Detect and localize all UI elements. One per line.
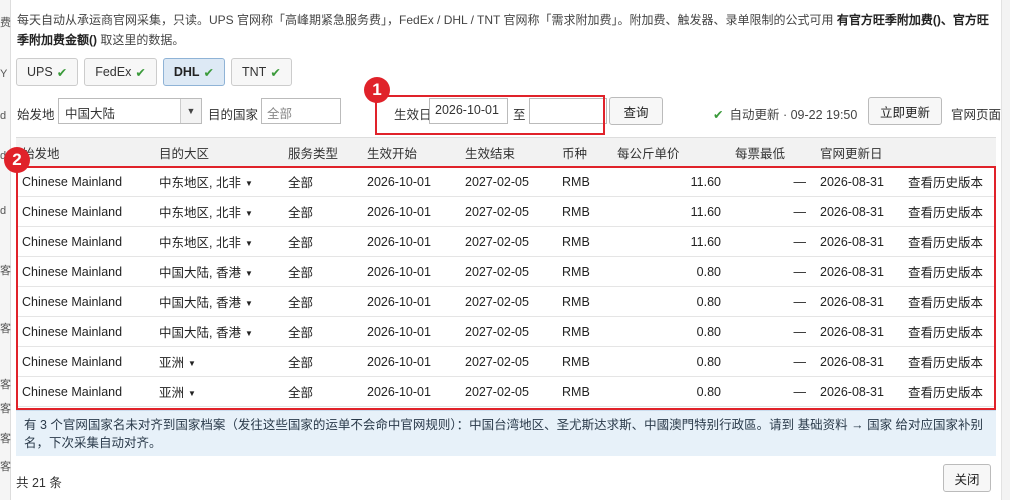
column-header: 目的大区 bbox=[153, 137, 282, 167]
check-icon: ✔ bbox=[56, 65, 68, 80]
info-tail: 取这里的数据。 bbox=[97, 33, 185, 47]
unmatched-countries-note: 有 3 个官网国家名未对齐到国家档案（发往这些国家的运单不会命中官网规则）：中国… bbox=[16, 410, 996, 456]
background-text-fragment: d bbox=[0, 110, 7, 122]
destination-label: 目的国家 bbox=[208, 108, 259, 122]
info-text: 每天自动从承运商官网采集，只读。UPS 官网称「高峰期紧急服务费」，FedEx … bbox=[17, 10, 997, 50]
column-header: 每公斤单价 bbox=[611, 137, 729, 167]
annotation-badge-1: 1 bbox=[364, 77, 390, 103]
background-text-fragment: Y bbox=[0, 68, 8, 80]
tab-ups[interactable]: UPS ✔ bbox=[16, 58, 79, 86]
query-button[interactable]: 查询 bbox=[609, 97, 663, 125]
background-text-fragment: 费 bbox=[0, 17, 11, 29]
background-text-fragment: 客 bbox=[0, 323, 11, 335]
background-text-fragment: d bbox=[0, 205, 7, 217]
column-header: 服务类型 bbox=[282, 137, 361, 167]
tab-tnt[interactable]: TNT ✔ bbox=[231, 58, 292, 86]
column-header: 币种 bbox=[556, 137, 611, 167]
background-window-strip: 费Yddd客客客客客客 bbox=[0, 0, 11, 500]
column-header: 生效开始 bbox=[361, 137, 459, 167]
background-text-fragment: 客 bbox=[0, 461, 11, 473]
official-page-link[interactable]: 官网页面 bbox=[951, 104, 1001, 123]
background-text-fragment: 客 bbox=[0, 265, 11, 277]
info-line: 每天自动从承运商官网采集，只读。UPS 官网称「高峰期紧急服务费」，FedEx … bbox=[17, 13, 837, 27]
check-icon: ✔ bbox=[135, 65, 146, 80]
scrollbar-track[interactable] bbox=[1001, 0, 1010, 500]
info-bold-2: 季附加费金额() bbox=[17, 33, 97, 47]
carrier-tabs: UPS ✔ FedEx ✔ DHL ✔ TNT ✔ bbox=[16, 58, 292, 86]
destination-input[interactable]: 全部 bbox=[261, 98, 341, 124]
update-now-button[interactable]: 立即更新 bbox=[868, 97, 942, 125]
column-header: 官网更新日 bbox=[814, 137, 902, 167]
total-count: 共 21 条 bbox=[16, 476, 62, 490]
column-header: 始发地 bbox=[16, 137, 153, 167]
check-icon: ✔ bbox=[270, 65, 281, 80]
tab-label: DHL bbox=[173, 65, 200, 79]
tab-dhl[interactable]: DHL ✔ bbox=[162, 58, 225, 86]
column-header: 每票最低 bbox=[729, 137, 814, 167]
origin-select[interactable]: 中国大陆 ▼ bbox=[58, 98, 202, 124]
table-header-row: 始发地 目的大区 服务类型 生效开始 生效结束 币种 每公斤单价 每票最低 官网更新日 bbox=[16, 137, 996, 167]
background-text-fragment: 客 bbox=[0, 433, 11, 445]
column-header: 生效结束 bbox=[459, 137, 556, 167]
tab-label: TNT bbox=[242, 65, 267, 79]
column-header bbox=[902, 137, 996, 167]
origin-label: 始发地 bbox=[17, 108, 55, 122]
chevron-down-icon: ▼ bbox=[180, 99, 201, 123]
origin-select-value: 中国大陆 bbox=[65, 107, 116, 121]
auto-update-text: 自动更新 · 09-22 19:50 bbox=[729, 108, 858, 122]
background-text-fragment: 客 bbox=[0, 379, 11, 391]
auto-update-status: ✔ 自动更新 · 09-22 19:50 bbox=[713, 104, 857, 123]
tab-label: UPS bbox=[27, 65, 53, 79]
info-bold-1: 有官方旺季附加费()、官方旺 bbox=[836, 13, 989, 27]
tab-fedex[interactable]: FedEx ✔ bbox=[84, 58, 157, 86]
annotation-box-1 bbox=[375, 95, 605, 135]
check-icon: ✔ bbox=[713, 108, 724, 122]
check-icon: ✔ bbox=[203, 65, 214, 80]
background-text-fragment: 客 bbox=[0, 403, 11, 415]
close-button[interactable]: 关闭 bbox=[943, 464, 991, 492]
annotation-badge-2: 2 bbox=[4, 147, 30, 173]
annotation-box-2 bbox=[16, 166, 996, 410]
tab-label: FedEx bbox=[95, 65, 132, 79]
